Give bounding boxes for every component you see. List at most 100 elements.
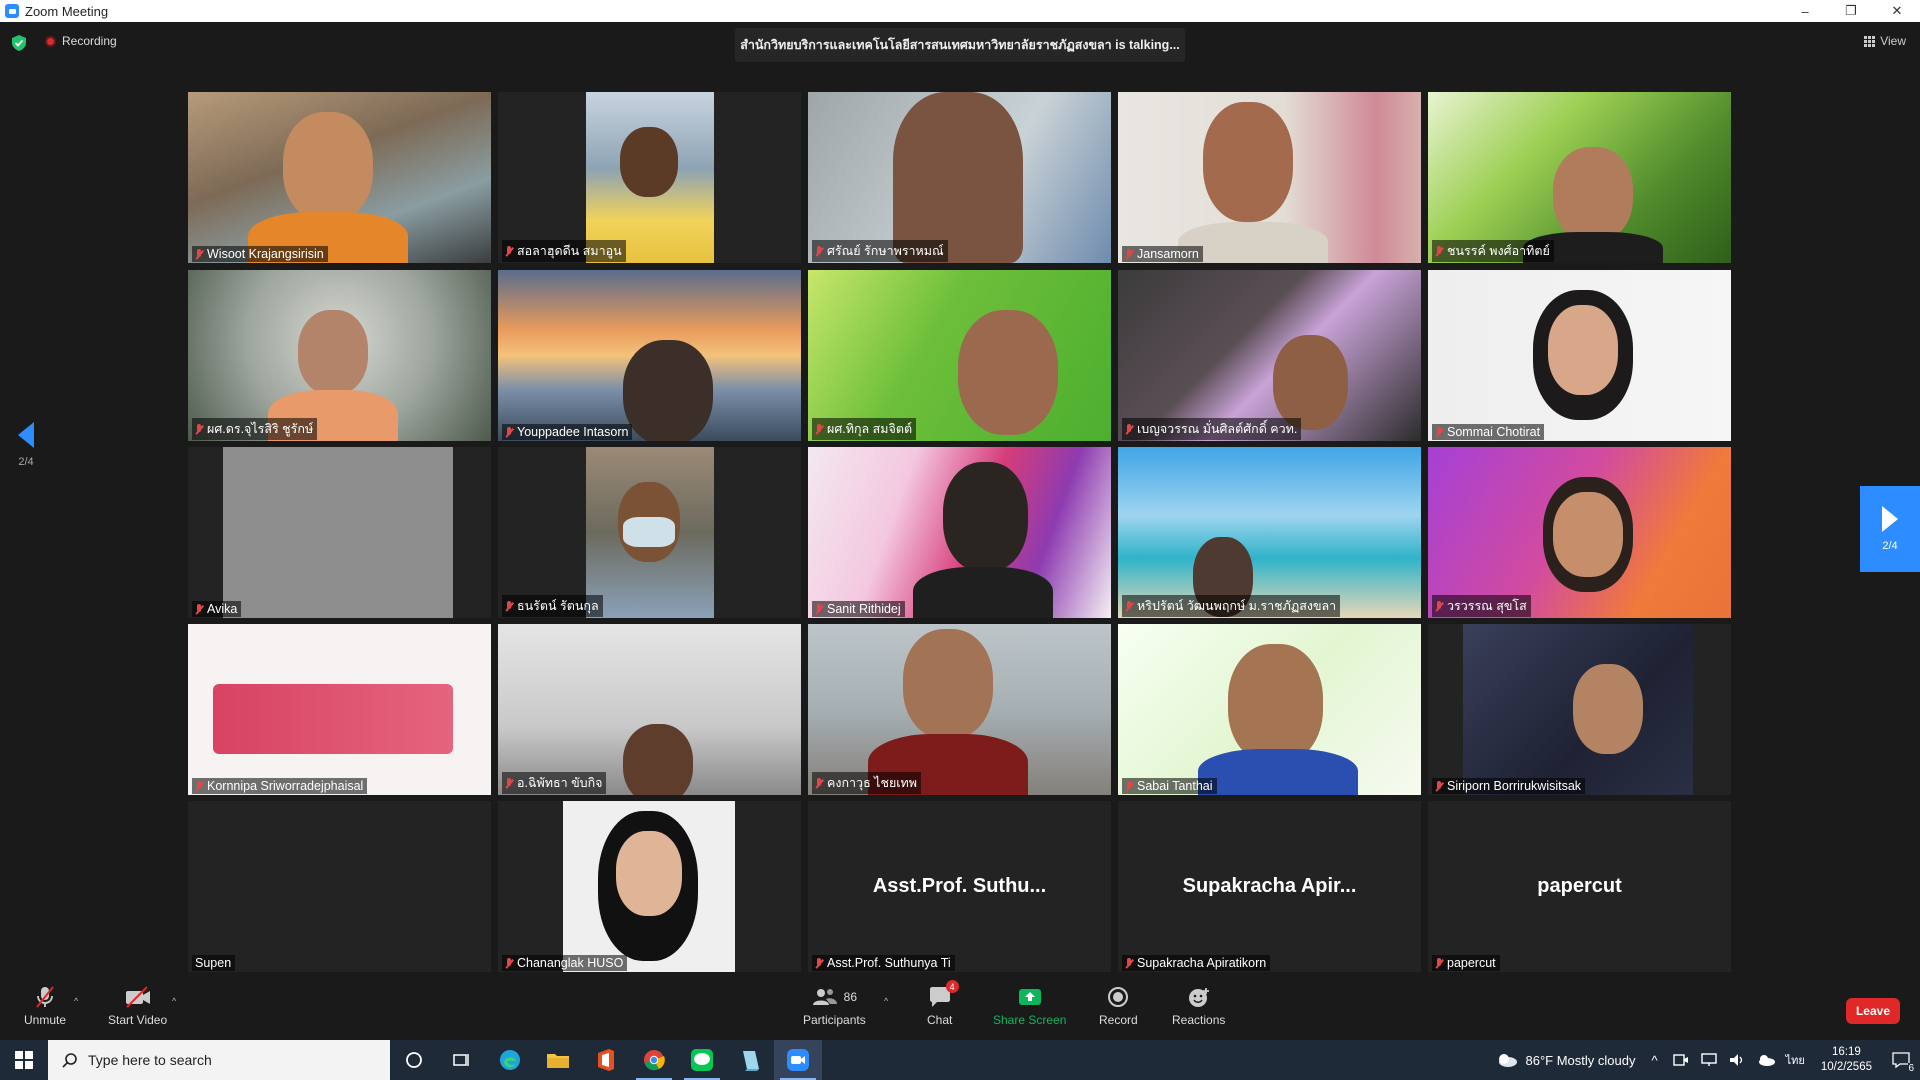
- restore-button[interactable]: ❐: [1828, 0, 1874, 22]
- participant-name-tag: Youppadee Intasorn: [502, 424, 633, 440]
- muted-mic-icon: [1125, 423, 1133, 435]
- muted-mic-icon: [505, 426, 513, 438]
- video-tile[interactable]: อ.ฉิพัทธา ขับกิจ: [498, 624, 801, 795]
- video-tile[interactable]: ธนรัตน์ รัตนกุล: [498, 447, 801, 618]
- muted-mic-icon: [505, 245, 513, 257]
- security-shield-icon[interactable]: [12, 35, 26, 51]
- video-tile[interactable]: Supakracha Apir... Supakracha Apiratikor…: [1118, 801, 1421, 972]
- start-video-button[interactable]: Start Video: [108, 984, 167, 1027]
- video-tile[interactable]: เบญจวรรณ มั่นศิลต์ศักดิ์ ควท.: [1118, 270, 1421, 441]
- muted-mic-icon: [505, 957, 513, 969]
- video-tile[interactable]: ผศ.ดร.จุไรสิริ ชูรักษ์: [188, 270, 491, 441]
- cortana-button[interactable]: [390, 1040, 438, 1080]
- muted-mic-icon: [815, 423, 823, 435]
- muted-mic-icon: [195, 780, 203, 792]
- volume-icon[interactable]: [1728, 1051, 1746, 1069]
- file-explorer-app[interactable]: [534, 1040, 582, 1080]
- participant-name-tag: สอลาฮุดดีน สมาอูน: [502, 240, 626, 262]
- chrome-app[interactable]: [630, 1040, 678, 1080]
- clock[interactable]: 16:19 10/2/2565: [1821, 1045, 1872, 1075]
- office-app[interactable]: [582, 1040, 630, 1080]
- input-language[interactable]: ไทย: [1786, 1051, 1805, 1069]
- participant-display-name: papercut: [1537, 875, 1622, 897]
- edge-app[interactable]: [486, 1040, 534, 1080]
- video-tile[interactable]: papercut papercut: [1428, 801, 1731, 972]
- muted-mic-icon: [1125, 780, 1133, 792]
- next-page-button[interactable]: 2/4: [1860, 486, 1920, 572]
- zoom-app[interactable]: [774, 1040, 822, 1080]
- taskbar-search-box[interactable]: Type here to search: [48, 1040, 390, 1080]
- video-tile[interactable]: Jansamorn: [1118, 92, 1421, 263]
- start-button[interactable]: [0, 1040, 48, 1080]
- video-tile[interactable]: ชนรรค์ พงศ์อาทิตย์: [1428, 92, 1731, 263]
- minimize-button[interactable]: –: [1782, 0, 1828, 22]
- line-app[interactable]: [678, 1040, 726, 1080]
- chat-button[interactable]: 4 Chat: [927, 980, 959, 1027]
- notes-app[interactable]: [726, 1040, 774, 1080]
- recording-label: Recording: [62, 34, 117, 48]
- video-tile[interactable]: วรวรรณ สุขโส: [1428, 447, 1731, 618]
- network-icon[interactable]: [1700, 1051, 1718, 1069]
- participant-name-tag: คงกาวุธ ไชยเทพ: [812, 772, 922, 794]
- view-button[interactable]: View: [1864, 34, 1906, 48]
- clock-time: 16:19: [1832, 1046, 1861, 1058]
- office-icon: [598, 1049, 614, 1071]
- record-button[interactable]: Record: [1099, 984, 1138, 1027]
- meet-now-icon[interactable]: [1672, 1051, 1690, 1069]
- participant-name-tag: Supen: [192, 955, 236, 971]
- window-titlebar: Zoom Meeting – ❐ ✕: [0, 0, 1920, 22]
- video-tile[interactable]: Youppadee Intasorn: [498, 270, 801, 441]
- share-screen-button[interactable]: Share Screen: [993, 984, 1066, 1027]
- muted-mic-icon: [1125, 957, 1133, 969]
- audio-options-caret[interactable]: ^: [74, 996, 78, 1006]
- recording-indicator[interactable]: Recording: [45, 34, 117, 48]
- meeting-area: Recording สำนักวิทยบริการและเทคโนโลยีสาร…: [0, 22, 1920, 972]
- participants-options-caret[interactable]: ^: [884, 996, 888, 1006]
- task-view-button[interactable]: [438, 1040, 486, 1080]
- participant-name-tag: Avika: [192, 601, 242, 617]
- muted-mic-icon: [815, 245, 823, 257]
- video-tile[interactable]: สอลาฮุดดีน สมาอูน: [498, 92, 801, 263]
- muted-mic-icon: [195, 248, 203, 260]
- video-tile[interactable]: Wisoot Krajangsirisin: [188, 92, 491, 263]
- video-tile[interactable]: Kornnipa Sriworradejphaisal: [188, 624, 491, 795]
- video-tile[interactable]: ศรัณย์ รักษาพราหมณ์: [808, 92, 1111, 263]
- video-tile[interactable]: Sabai Tanthai: [1118, 624, 1421, 795]
- participants-button[interactable]: 86 Participants: [803, 984, 866, 1027]
- participant-name-tag: หริปรัตน์ วัฒนพฤกษ์ ม.ราชภัฏสงขลา: [1122, 595, 1341, 617]
- chevron-up-icon[interactable]: ^: [1651, 1053, 1657, 1068]
- video-tile[interactable]: Chananglak HUSO: [498, 801, 801, 972]
- video-tile[interactable]: Siriporn Borrirukwisitsak: [1428, 624, 1731, 795]
- leave-button[interactable]: Leave: [1845, 998, 1900, 1024]
- reactions-button[interactable]: Reactions: [1172, 984, 1225, 1027]
- participant-display-name: Asst.Prof. Suthu...: [872, 875, 1047, 897]
- participant-name-tag: Siriporn Borrirukwisitsak: [1432, 778, 1586, 794]
- muted-mic-icon: [505, 777, 513, 789]
- zoom-app-icon: [787, 1049, 809, 1071]
- view-label: View: [1880, 34, 1906, 48]
- video-tile[interactable]: Asst.Prof. Suthu... Asst.Prof. Suthunya …: [808, 801, 1111, 972]
- action-center-button[interactable]: 6: [1882, 1040, 1920, 1080]
- weather-text[interactable]: 86°F Mostly cloudy: [1526, 1053, 1636, 1068]
- video-tile[interactable]: Sanit Rithidej: [808, 447, 1111, 618]
- video-tile[interactable]: Avika: [188, 447, 491, 618]
- unmute-button[interactable]: Unmute: [24, 984, 66, 1027]
- windows-taskbar: Type here to search 86°F Mostly cloudy ^…: [0, 1040, 1920, 1080]
- previous-page-button[interactable]: 2/4: [18, 422, 34, 468]
- video-tile[interactable]: ผศ.ทิกุล สมจิตต์: [808, 270, 1111, 441]
- video-options-caret[interactable]: ^: [172, 996, 176, 1006]
- video-tile[interactable]: หริปรัตน์ วัฒนพฤกษ์ ม.ราชภัฏสงขลา: [1118, 447, 1421, 618]
- muted-mic-icon: [195, 603, 203, 615]
- grid-view-icon: [1864, 35, 1876, 47]
- notification-icon: [1892, 1052, 1910, 1068]
- video-tile[interactable]: Supen: [188, 801, 491, 972]
- onedrive-cloud-icon[interactable]: [1756, 1053, 1776, 1067]
- weather-cloud-icon: [1498, 1054, 1517, 1067]
- participant-display-name: Supakracha Apir...: [1182, 875, 1357, 897]
- close-button[interactable]: ✕: [1874, 0, 1920, 22]
- video-tile[interactable]: คงกาวุธ ไชยเทพ: [808, 624, 1111, 795]
- muted-mic-icon: [815, 957, 823, 969]
- video-tile[interactable]: Sommai Chotirat: [1428, 270, 1731, 441]
- participant-name-tag: Sabai Tanthai: [1122, 778, 1217, 794]
- muted-mic-icon: [1435, 780, 1443, 792]
